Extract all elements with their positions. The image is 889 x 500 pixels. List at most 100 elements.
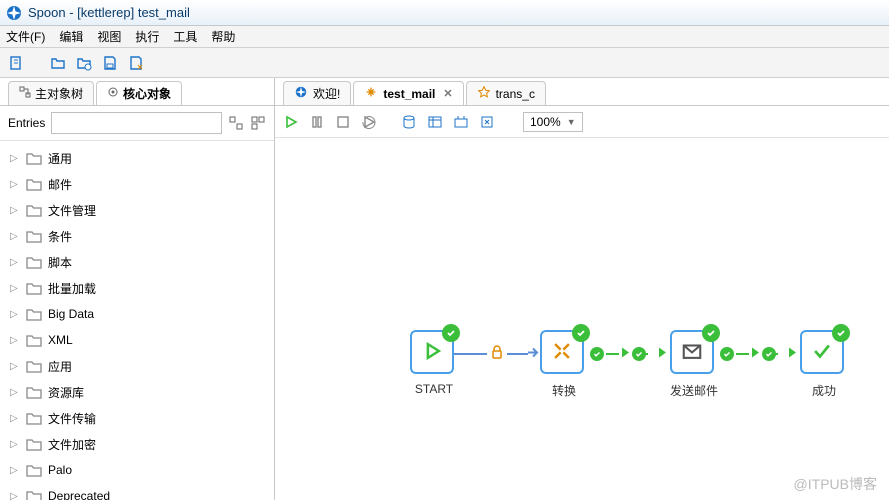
transform-icon	[551, 340, 573, 365]
tree-item[interactable]: ▷ 条件	[0, 223, 274, 249]
expand-icon[interactable]: ▷	[10, 231, 20, 242]
job-step-trans[interactable]: 转换	[540, 330, 584, 374]
folder-icon	[26, 412, 42, 425]
tree-item[interactable]: ▷ 应用	[0, 353, 274, 379]
job-canvas[interactable]: START 转换 发送邮件 成功	[275, 138, 889, 500]
expand-icon[interactable]: ▷	[10, 335, 20, 346]
folder-icon	[26, 230, 42, 243]
tree-item[interactable]: ▷ Big Data	[0, 301, 274, 327]
open-folder-icon[interactable]	[50, 55, 66, 71]
expand-icon[interactable]: ▷	[10, 283, 20, 294]
tree-item[interactable]: ▷ 文件加密	[0, 431, 274, 457]
tab-core-objects[interactable]: 核心对象	[96, 81, 182, 105]
core-icon	[107, 86, 119, 101]
expand-icon[interactable]: ▷	[10, 465, 20, 476]
tab-test-mail[interactable]: test_mail ✕	[353, 81, 463, 105]
tree-item[interactable]: ▷ 文件传输	[0, 405, 274, 431]
save-as-icon[interactable]	[128, 55, 144, 71]
close-icon[interactable]: ✕	[443, 87, 452, 100]
tree-item-label: 资源库	[48, 384, 84, 401]
menu-tools[interactable]: 工具	[173, 28, 197, 45]
expand-icon[interactable]: ▷	[10, 491, 20, 500]
sql-icon[interactable]	[401, 114, 417, 130]
tree-item-label: 邮件	[48, 176, 72, 193]
tree-item[interactable]: ▷ 脚本	[0, 249, 274, 275]
tree-item-label: 应用	[48, 358, 72, 375]
expand-icon[interactable]: ▷	[10, 439, 20, 450]
hop-status-icon	[720, 347, 734, 361]
hop[interactable]	[584, 352, 670, 356]
expand-icon[interactable]: ▷	[10, 387, 20, 398]
left-tabs: 主对象树 核心对象	[0, 78, 274, 106]
left-panel: 主对象树 核心对象 Entries ▷ 通用 ▷ 邮件 ▷ 文件管理 ▷	[0, 78, 275, 500]
pause-icon[interactable]	[309, 114, 325, 130]
filter-row: Entries	[0, 106, 274, 141]
expand-icon[interactable]: ▷	[10, 413, 20, 424]
job-step-success[interactable]: 成功	[800, 330, 844, 374]
tree-item-label: 脚本	[48, 254, 72, 271]
expand-icon[interactable]: ▷	[10, 257, 20, 268]
hop[interactable]	[454, 352, 540, 356]
tree-item[interactable]: ▷ 资源库	[0, 379, 274, 405]
collapse-all-icon[interactable]	[250, 115, 266, 131]
tab-main-tree[interactable]: 主对象树	[8, 81, 94, 105]
job-step-mail[interactable]: 发送邮件	[670, 330, 714, 374]
expand-icon[interactable]: ▷	[10, 179, 20, 190]
menu-help[interactable]: 帮助	[211, 28, 235, 45]
lock-icon	[489, 344, 505, 363]
job-step-start[interactable]: START	[410, 330, 454, 374]
workspace: 主对象树 核心对象 Entries ▷ 通用 ▷ 邮件 ▷ 文件管理 ▷	[0, 78, 889, 500]
debug-icon[interactable]	[479, 114, 495, 130]
tree-item-label: 条件	[48, 228, 72, 245]
arrow-icon	[786, 346, 800, 363]
expand-all-icon[interactable]	[228, 115, 244, 131]
success-badge-icon	[702, 324, 720, 342]
tree-item[interactable]: ▷ 文件管理	[0, 197, 274, 223]
trans-icon	[477, 85, 491, 102]
tab-trans-c[interactable]: trans_c	[466, 81, 546, 105]
results-icon[interactable]	[453, 114, 469, 130]
folder-icon	[26, 438, 42, 451]
new-file-icon[interactable]	[8, 55, 24, 71]
tree-item[interactable]: ▷ Deprecated	[0, 483, 274, 500]
zoom-select[interactable]: 100% ▼	[523, 112, 583, 132]
tree-item[interactable]: ▷ Palo	[0, 457, 274, 483]
tree-item[interactable]: ▷ 批量加载	[0, 275, 274, 301]
success-badge-icon	[442, 324, 460, 342]
step-label: 成功	[779, 382, 869, 399]
tree-item[interactable]: ▷ 通用	[0, 145, 274, 171]
menu-run[interactable]: 执行	[135, 28, 159, 45]
tree-item[interactable]: ▷ XML	[0, 327, 274, 353]
expand-icon[interactable]: ▷	[10, 309, 20, 320]
expand-icon[interactable]: ▷	[10, 361, 20, 372]
hop-status-icon	[762, 347, 776, 361]
editor-tabs: 欢迎! test_mail ✕ trans_c	[275, 78, 889, 106]
expand-icon[interactable]: ▷	[10, 153, 20, 164]
replay-icon[interactable]	[361, 114, 377, 130]
expand-icon[interactable]: ▷	[10, 205, 20, 216]
run-icon[interactable]	[283, 114, 299, 130]
hop-status-icon	[590, 347, 604, 361]
tree-item[interactable]: ▷ 邮件	[0, 171, 274, 197]
stop-icon[interactable]	[335, 114, 351, 130]
hop[interactable]	[714, 352, 800, 356]
explore-icon[interactable]	[427, 114, 443, 130]
folder-icon	[26, 334, 42, 347]
tree-item-label: XML	[48, 333, 73, 347]
filter-input[interactable]	[51, 112, 222, 134]
open-repo-icon[interactable]	[76, 55, 92, 71]
success-badge-icon	[572, 324, 590, 342]
tab-welcome[interactable]: 欢迎!	[283, 81, 351, 105]
canvas-toolbar: 100% ▼	[275, 106, 889, 138]
menu-file[interactable]: 文件(F)	[6, 28, 45, 45]
menu-edit[interactable]: 编辑	[59, 28, 83, 45]
save-icon[interactable]	[102, 55, 118, 71]
entries-tree[interactable]: ▷ 通用 ▷ 邮件 ▷ 文件管理 ▷ 条件 ▷ 脚本 ▷ 批量加载 ▷	[0, 141, 274, 500]
play-icon	[421, 340, 443, 365]
tree-item-label: 文件传输	[48, 410, 96, 427]
folder-icon	[26, 490, 42, 500]
window-title: Spoon - [kettlerep] test_mail	[28, 5, 190, 20]
watermark: @ITPUB博客	[794, 474, 877, 494]
filter-label: Entries	[8, 116, 45, 130]
menu-view[interactable]: 视图	[97, 28, 121, 45]
